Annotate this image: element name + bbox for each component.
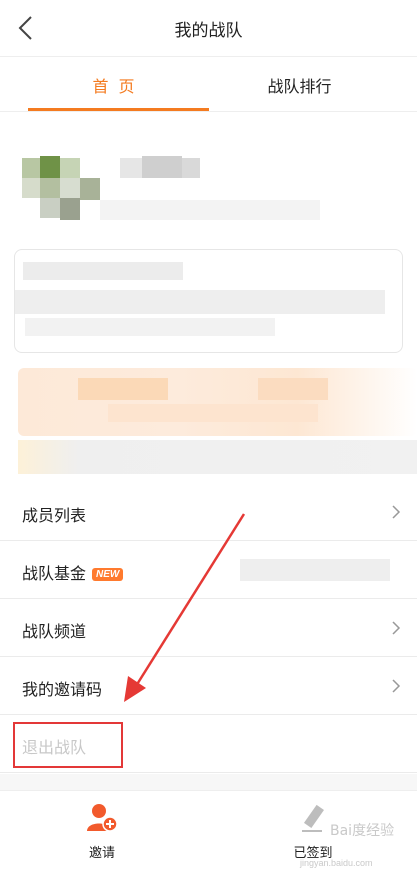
menu-item-label: 我的邀请码 [22, 682, 103, 699]
chevron-right-icon [392, 505, 401, 519]
obscured-strip [18, 440, 417, 474]
tab-team-ranking[interactable]: 战队排行 [209, 73, 390, 97]
chevron-right-icon [392, 621, 401, 635]
menu-item-member-list[interactable]: 成员列表 [0, 483, 417, 541]
menu-item-label: 成员列表 [22, 508, 87, 525]
menu-item-label: 战队基金 [22, 566, 87, 583]
new-badge: NEW [92, 568, 124, 581]
tab-bar: 首页 战队排行 [0, 56, 417, 112]
team-summary-card [14, 249, 403, 353]
chevron-right-icon [392, 679, 401, 693]
watermark-text: Bai度经验 [330, 823, 395, 839]
tab-home[interactable]: 首页 [28, 73, 209, 97]
top-nav-bar: 我的战队 [0, 0, 417, 56]
menu-item-label: 战队频道 [22, 624, 87, 641]
pencil-icon [302, 804, 324, 832]
active-tab-indicator [28, 108, 209, 111]
obscured-fund-value [240, 559, 390, 581]
menu-item-team-fund[interactable]: 战队基金 NEW [0, 541, 417, 599]
menu-item-my-invite-code[interactable]: 我的邀请码 [0, 657, 417, 715]
promo-banner[interactable] [18, 368, 417, 436]
invite-label: 邀请 [88, 845, 115, 860]
section-divider [0, 774, 417, 790]
menu-item-team-channel[interactable]: 战队频道 [0, 599, 417, 657]
watermark-url: jingyan.baidu.com [300, 858, 373, 868]
menu-item-label-wrap: 战队基金 NEW [22, 560, 124, 584]
highlight-box [13, 722, 123, 768]
invite-button[interactable]: 邀请 [52, 803, 152, 861]
invite-user-icon [87, 804, 118, 832]
page-title: 我的战队 [174, 21, 243, 40]
